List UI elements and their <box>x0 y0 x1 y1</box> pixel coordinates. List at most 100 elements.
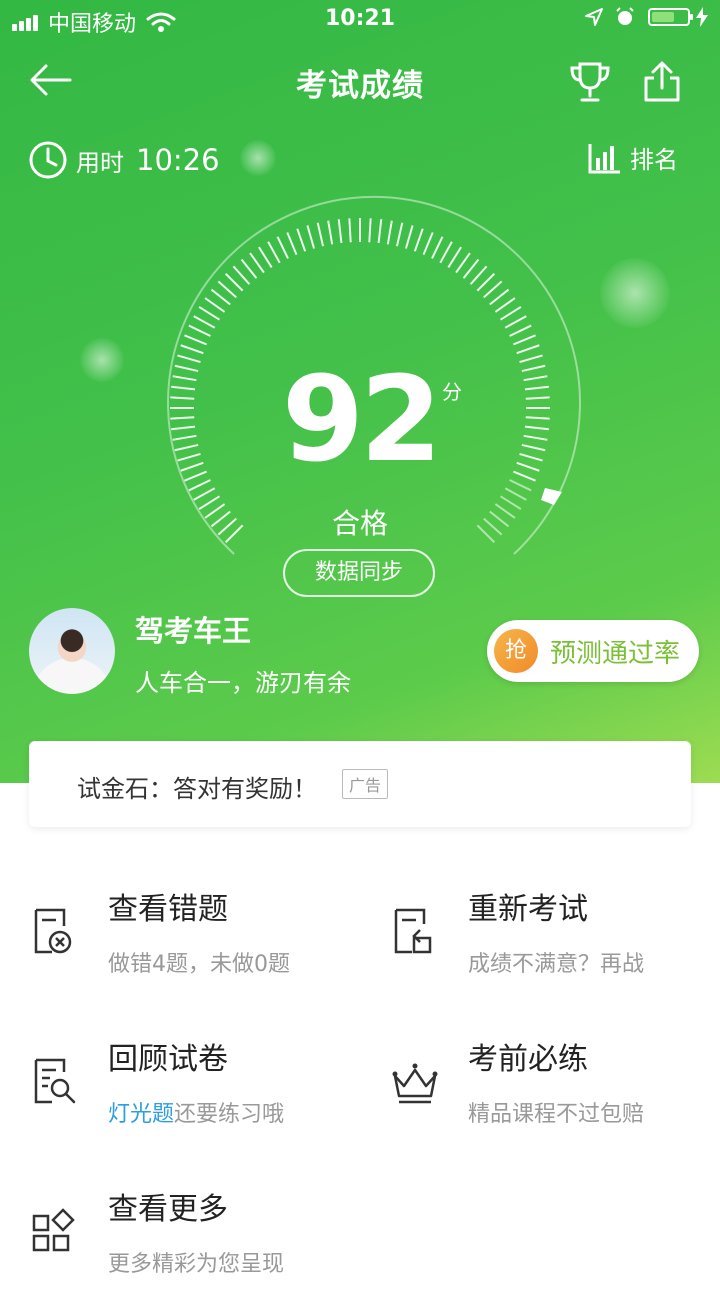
gauge-tick <box>519 354 543 364</box>
menu-subtitle: 做错4题，未做0题 <box>108 952 290 977</box>
predict-pass-rate-button[interactable]: 抢 预测通过率 <box>487 620 699 682</box>
alarm-icon <box>616 7 634 25</box>
gauge-tick <box>516 461 540 472</box>
gauge-tick <box>404 225 414 249</box>
user-motto: 人车合一，游刃有余 <box>135 669 351 697</box>
gauge-tick <box>204 297 226 313</box>
time-used-value: 10:26 <box>136 143 220 177</box>
gauge-tick <box>523 434 548 441</box>
bokeh-light <box>80 338 124 382</box>
gauge-tick <box>174 443 199 452</box>
gauge-tick <box>476 272 496 292</box>
gauge-tick <box>483 280 503 299</box>
gauge-tick <box>476 524 496 544</box>
review-paper[interactable]: 回顾试卷 灯光题还要练习哦 <box>30 1034 360 1154</box>
gauge-tick <box>276 236 289 259</box>
view-more[interactable]: 查看更多 更多精彩为您呈现 <box>30 1184 360 1304</box>
crown-icon <box>392 1063 438 1104</box>
gauge-tick <box>210 510 231 528</box>
gauge-tick <box>509 479 532 492</box>
gauge-tick <box>316 222 325 247</box>
menu-subtitle: 灯光题还要练习哦 <box>108 1096 284 1128</box>
gauge-tick <box>504 487 527 501</box>
charging-icon <box>696 7 708 27</box>
gauge-tick <box>180 344 204 355</box>
gauge-tick <box>171 385 196 391</box>
gauge-tick <box>217 517 237 536</box>
gauge-tick <box>174 364 199 373</box>
gauge-tick <box>489 288 510 306</box>
gauge-tick <box>422 232 434 256</box>
gauge-tick <box>516 344 540 355</box>
gauge-tick <box>523 375 548 382</box>
gauge-tick <box>368 218 372 243</box>
status-bar: 中国移动 10:21 <box>0 0 720 40</box>
gauge-tick <box>521 364 546 373</box>
gauge-tick <box>258 246 273 268</box>
gauge-tick <box>337 219 343 244</box>
gauge-tick <box>184 334 208 346</box>
score-value: 92 <box>281 350 442 488</box>
gauge-tick <box>395 222 404 247</box>
gauge-tick <box>224 272 244 292</box>
gauge-tick <box>512 470 536 482</box>
gauge-tick <box>509 324 532 337</box>
gauge-tick <box>447 246 462 268</box>
rank-label: 排名 <box>630 146 678 174</box>
gauge-tick <box>512 334 536 346</box>
gauge-tick <box>193 315 216 329</box>
gauge-tick <box>348 218 352 243</box>
highlight-link[interactable]: 灯光题 <box>108 1102 174 1127</box>
gauge-tick <box>519 452 543 462</box>
wrong-questions-icon <box>34 908 72 954</box>
gauge-tick <box>377 219 383 244</box>
retake-exam[interactable]: 重新考试 成绩不满意？再战 <box>390 884 720 1004</box>
user-avatar[interactable] <box>29 608 115 694</box>
gauge-tick <box>210 288 231 306</box>
grid-more-icon <box>32 1208 75 1252</box>
menu-subtitle: 精品课程不过包赔 <box>468 1102 645 1127</box>
share-icon[interactable] <box>640 60 684 104</box>
ad-banner[interactable]: 试金石：答对有奖励！ 广告 <box>29 741 691 827</box>
predict-label: 预测通过率 <box>550 638 681 669</box>
gauge-tick <box>439 241 453 264</box>
grab-badge: 抢 <box>494 629 538 673</box>
gauge-tick <box>483 517 503 536</box>
gauge-tick <box>240 258 258 279</box>
gauge-tick <box>171 425 196 431</box>
pass-status: 合格 <box>331 507 388 540</box>
trophy-icon[interactable] <box>566 60 614 104</box>
user-name: 驾考车王 <box>135 614 252 648</box>
battery-icon <box>648 8 693 26</box>
bokeh-light <box>600 258 670 328</box>
gauge-tick <box>198 306 220 321</box>
gauge-tick <box>249 252 265 274</box>
gauge-tick <box>494 503 516 519</box>
pre-exam-practice[interactable]: 考前必练 精品课程不过包赔 <box>390 1034 720 1154</box>
gauge-tick <box>469 265 488 285</box>
view-wrong-questions[interactable]: 查看错题 做错4题，未做0题 <box>30 884 360 1004</box>
clock-icon <box>29 141 67 179</box>
gauge-tick <box>462 258 480 279</box>
score-unit: 分 <box>442 380 462 404</box>
menu-title: 回顾试卷 <box>108 1042 228 1077</box>
gauge-tick <box>500 306 522 321</box>
gauge-tick <box>188 324 211 337</box>
menu-title: 考前必练 <box>468 1042 588 1077</box>
menu-subtitle: 更多精彩为您呈现 <box>108 1252 285 1277</box>
bokeh-light <box>240 140 276 176</box>
gauge-tick <box>193 487 216 501</box>
rank-button[interactable]: 排名 <box>588 140 678 175</box>
menu-subtitle-text: 还要练习哦 <box>174 1102 285 1127</box>
gauge-tick <box>525 416 550 420</box>
gauge-tick <box>525 396 550 400</box>
data-sync-button[interactable]: 数据同步 <box>283 549 435 597</box>
gauge-tick <box>217 280 237 299</box>
gauge-tick <box>180 461 204 472</box>
retake-exam-icon <box>394 908 432 954</box>
gauge-tick <box>267 241 281 264</box>
result-header: 92 分 合格 数据同步 中国移动 10:21 考试成绩 用时 10:26 排名… <box>0 0 720 783</box>
gauge-tick <box>177 354 201 364</box>
gauge-tick <box>489 510 510 528</box>
gauge-tick <box>172 434 197 441</box>
